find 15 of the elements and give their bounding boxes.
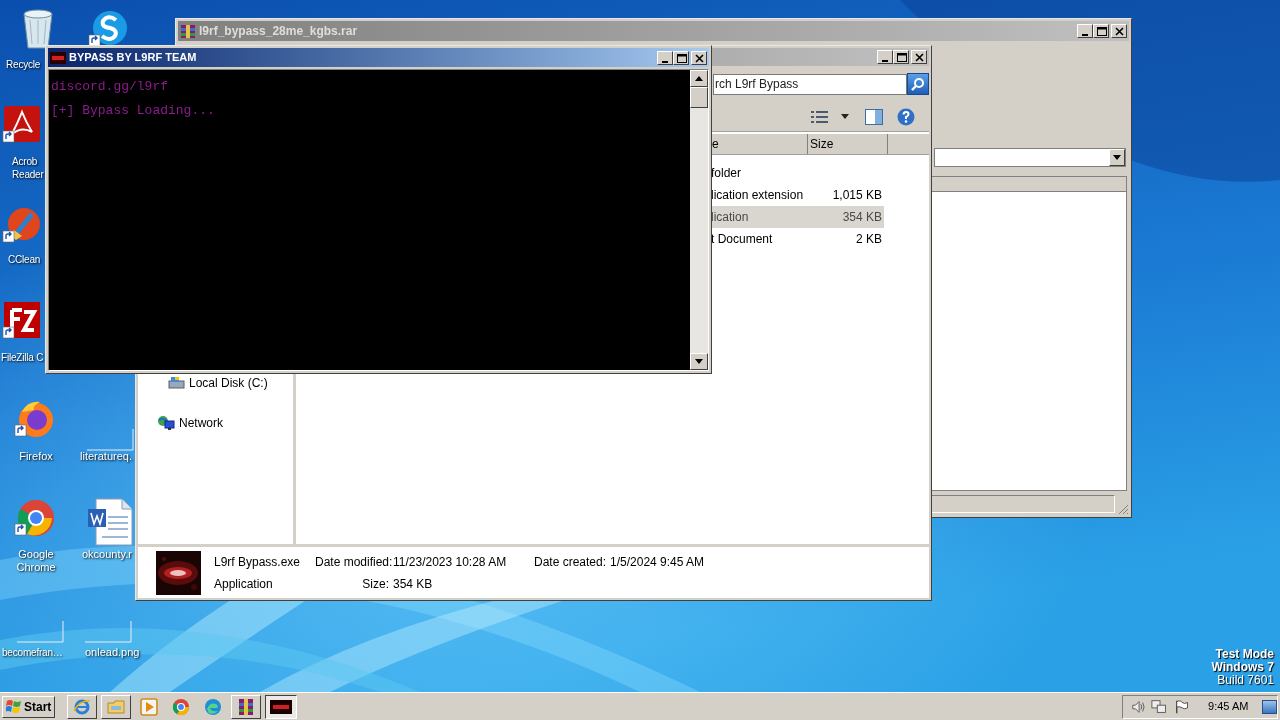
archive-icon	[237, 697, 256, 716]
play-icon	[140, 697, 159, 716]
clock[interactable]: 9:45 AM	[1208, 698, 1249, 715]
windows-logo-icon	[6, 699, 22, 714]
taskbar-button[interactable]	[265, 694, 298, 719]
browser-icon	[73, 697, 92, 716]
start-button[interactable]: Start	[2, 695, 56, 718]
speaker-icon	[1131, 698, 1146, 715]
app-icon	[270, 699, 293, 714]
folder-icon	[107, 697, 126, 716]
browser-icon	[172, 697, 191, 716]
show-desktop-button[interactable]	[1262, 699, 1277, 714]
network-icon	[1151, 698, 1168, 715]
browser-icon	[204, 697, 223, 716]
flag-icon	[1173, 698, 1189, 715]
